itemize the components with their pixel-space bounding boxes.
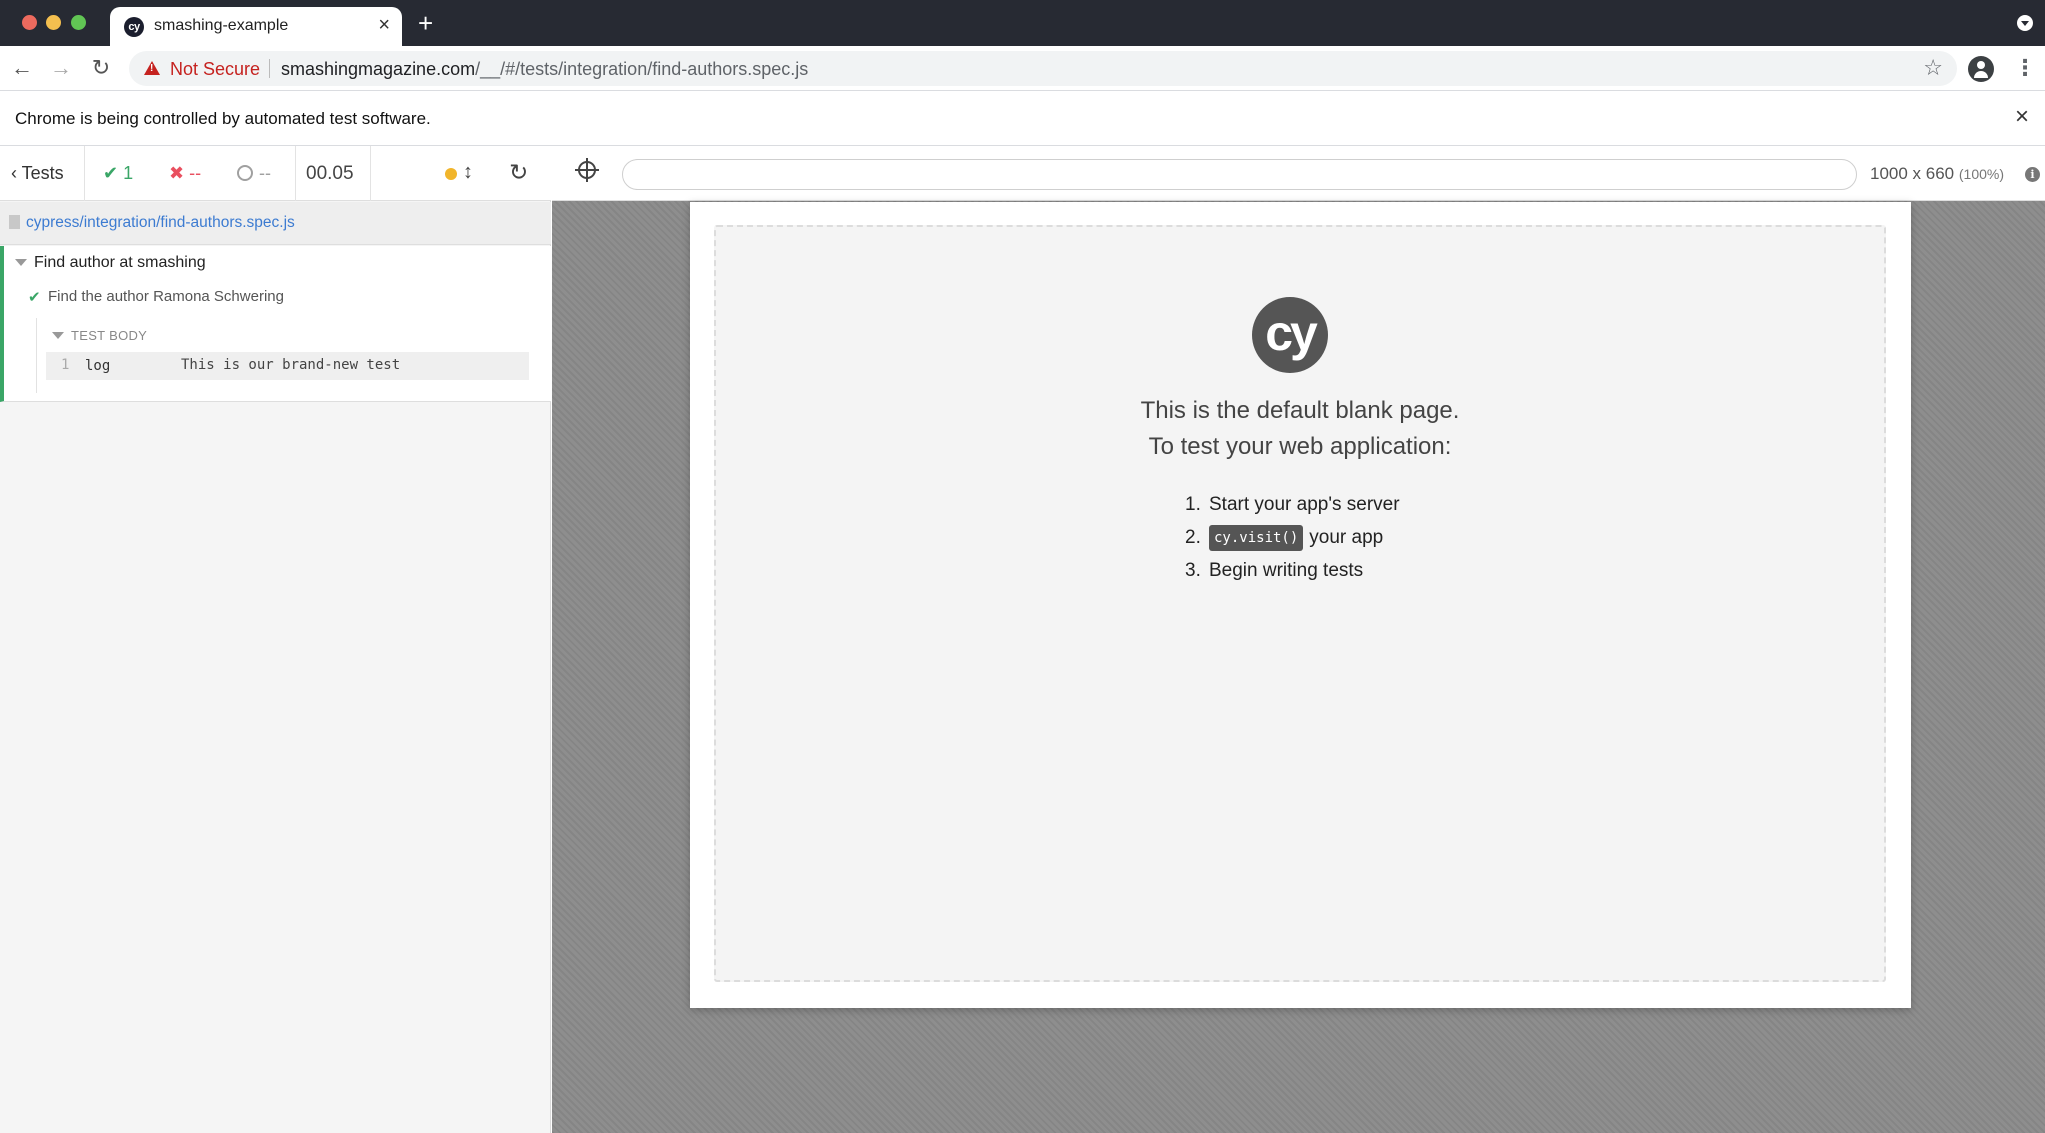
- window-zoom-button[interactable]: [71, 15, 86, 30]
- test-passed-check-icon: ✔: [28, 289, 41, 306]
- aut-panel: 1000 x 660 (100%) i cy This is the defau…: [552, 146, 2045, 1133]
- step-text: your app: [1309, 527, 1384, 548]
- viewport-size: 1000 x 660 (100%): [1870, 164, 2004, 184]
- profile-icon[interactable]: [1968, 56, 1994, 82]
- browser-toolbar: ← → ↻ Not Secure smashingmagazine.com/__…: [0, 46, 2045, 91]
- pending-stat: --: [237, 163, 271, 184]
- selector-playground-icon[interactable]: [575, 158, 599, 182]
- browser-tab[interactable]: cy smashing-example ×: [110, 7, 402, 46]
- reporter-header: ‹ Tests ✔ 1 ✖ -- -- 00.05 ↕ ↻: [0, 146, 551, 201]
- infobar-message: Chrome is being controlled by automated …: [15, 109, 431, 128]
- caret-down-icon[interactable]: [15, 259, 27, 266]
- automation-infobar: Chrome is being controlled by automated …: [0, 92, 2045, 146]
- command-message: This is our brand-new test: [181, 357, 401, 373]
- infobar-close-icon[interactable]: ×: [2015, 105, 2029, 129]
- run-duration: 00.05: [306, 163, 354, 184]
- suite-title[interactable]: Find author at smashing: [34, 254, 206, 272]
- spec-file-row: cypress/integration/find-authors.spec.js: [0, 202, 551, 245]
- reload-icon[interactable]: ↻: [89, 56, 113, 80]
- duration-cell: 00.05: [296, 146, 371, 201]
- failed-count: --: [189, 163, 202, 183]
- step-number: 3.: [1185, 560, 1201, 581]
- passed-stat: ✔ 1: [103, 163, 133, 184]
- list-item: 3. Begin writing tests: [1185, 557, 1400, 590]
- new-tab-button[interactable]: +: [418, 10, 433, 36]
- blank-page-heading: This is the default blank page.: [1140, 397, 1460, 424]
- cypress-favicon-icon: cy: [124, 17, 144, 37]
- viewport-scale: (100%): [1958, 166, 2005, 182]
- x-icon: ✖: [169, 163, 190, 183]
- test-title[interactable]: Find the author Ramona Schwering: [48, 288, 284, 305]
- test-body-label[interactable]: TEST BODY: [71, 328, 147, 343]
- list-item: 2. cy.visit() your app: [1185, 524, 1400, 557]
- step-number: 1.: [1185, 494, 1201, 515]
- kebab-menu-icon[interactable]: ⋮: [2014, 56, 2036, 80]
- pending-count: --: [259, 163, 271, 183]
- pending-circle-icon: [237, 165, 253, 181]
- test-body-guide: [36, 318, 37, 393]
- running-indicator: [445, 168, 457, 180]
- suite-block: Find author at smashing ✔ Find the autho…: [0, 246, 551, 402]
- file-icon: [9, 215, 20, 229]
- cypress-logo: cy: [1252, 297, 1328, 373]
- viewport-dimensions: 1000 x 660: [1870, 164, 1955, 183]
- step-text: Begin writing tests: [1209, 560, 1364, 581]
- tab-search-icon[interactable]: [2017, 15, 2033, 31]
- tab-close-icon[interactable]: ×: [378, 15, 390, 35]
- window-minimize-button[interactable]: [46, 15, 61, 30]
- blank-page-subheading: To test your web application:: [1148, 433, 1452, 460]
- url-host: smashingmagazine.com: [281, 59, 476, 79]
- warning-icon: [144, 61, 160, 75]
- step-number: 2.: [1185, 527, 1201, 548]
- info-icon[interactable]: i: [2025, 167, 2040, 182]
- address-bar[interactable]: Not Secure smashingmagazine.com/__/#/tes…: [129, 51, 1957, 86]
- command-name: log: [85, 358, 111, 374]
- cypress-reporter: ‹ Tests ✔ 1 ✖ -- -- 00.05 ↕ ↻ cypress/in…: [0, 146, 551, 1133]
- chevron-left-icon: ‹: [11, 163, 22, 183]
- address-url[interactable]: smashingmagazine.com/__/#/tests/integrat…: [281, 59, 808, 80]
- command-row[interactable]: 1 log This is our brand-new test: [46, 352, 529, 380]
- security-indicator[interactable]: Not Secure: [170, 59, 260, 80]
- bookmark-star-icon[interactable]: ☆: [1923, 57, 1943, 79]
- test-stats: ✔ 1 ✖ -- --: [85, 146, 296, 201]
- tab-strip: cy smashing-example × +: [0, 0, 2045, 46]
- restart-icon[interactable]: ↻: [509, 159, 528, 185]
- aut-iframe: cy This is the default blank page. To te…: [690, 202, 1911, 1008]
- auto-scroll-toggle-icon[interactable]: ↕: [463, 160, 473, 184]
- test-body-caret-icon[interactable]: [52, 332, 64, 339]
- spec-path-link[interactable]: cypress/integration/find-authors.spec.js: [26, 214, 295, 232]
- address-divider: [269, 59, 270, 78]
- forward-arrow-icon[interactable]: →: [49, 56, 73, 80]
- tests-button[interactable]: ‹ Tests: [0, 146, 85, 201]
- list-item: 1. Start your app's server: [1185, 491, 1400, 524]
- step-text: Start your app's server: [1209, 494, 1400, 515]
- aut-url-input[interactable]: [622, 159, 1857, 190]
- reporter-controls: ↕ ↻: [371, 146, 551, 201]
- command-number: 1: [61, 357, 70, 373]
- steps-list: 1. Start your app's server 2. cy.visit() yo…: [1185, 491, 1400, 590]
- passed-count: 1: [123, 163, 134, 183]
- tests-label: Tests: [21, 163, 64, 183]
- window-close-button[interactable]: [22, 15, 37, 30]
- check-icon: ✔: [103, 163, 124, 183]
- tab-title: smashing-example: [154, 17, 289, 34]
- code-snippet: cy.visit(): [1209, 525, 1304, 551]
- aut-header: 1000 x 660 (100%) i: [552, 146, 2045, 201]
- default-blank-page: cy This is the default blank page. To te…: [714, 225, 1886, 982]
- url-path: /__/#/tests/integration/find-authors.spe…: [475, 59, 809, 79]
- back-arrow-icon[interactable]: ←: [10, 56, 34, 80]
- failed-stat: ✖ --: [169, 163, 201, 184]
